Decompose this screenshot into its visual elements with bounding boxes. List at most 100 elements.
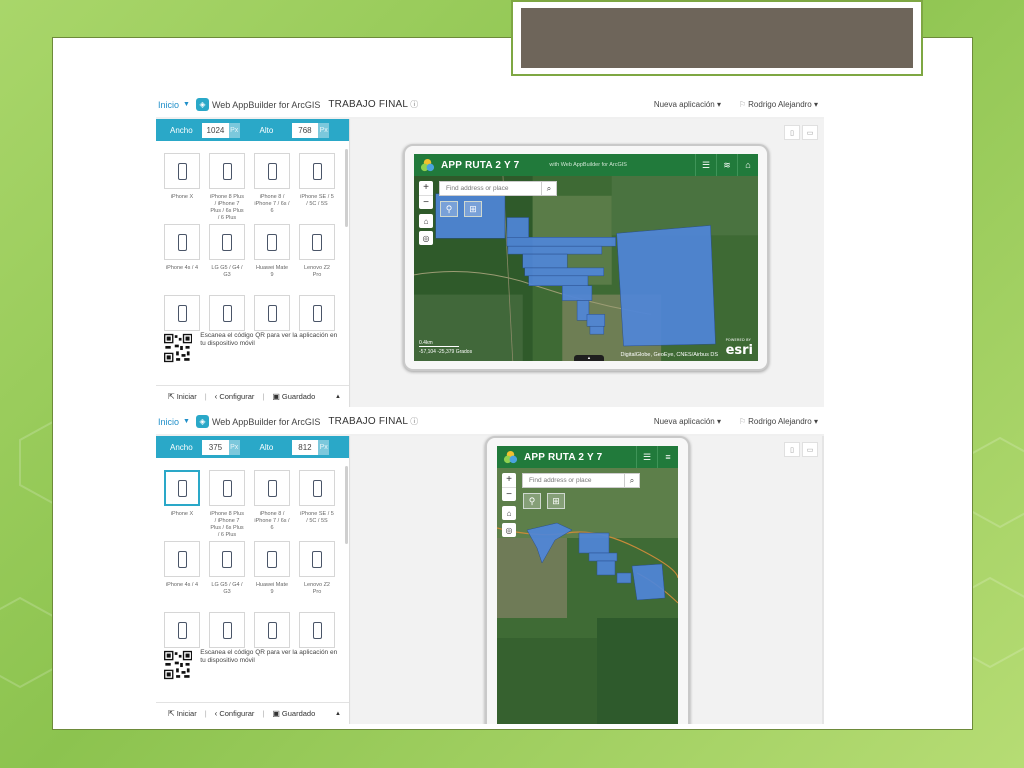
device-thumbnail[interactable] — [209, 295, 245, 331]
device-option[interactable]: iPhone 8 Plus / iPhone 7 Plus / 6s Plus … — [209, 153, 245, 224]
zoom-out-button[interactable]: − — [502, 487, 516, 501]
select-tool-icon[interactable]: ⊞ — [547, 493, 565, 509]
device-option[interactable]: iPhone 8 / iPhone 7 / 6s / 6 — [254, 153, 290, 224]
wab-logo-icon: ◈ — [195, 98, 209, 111]
info-icon[interactable]: ⓘ — [410, 416, 418, 427]
device-thumbnail[interactable] — [209, 224, 245, 260]
new-app-menu[interactable]: Nueva aplicación ▾ — [654, 100, 721, 109]
home-button[interactable]: ⌂ — [419, 214, 433, 228]
zoom-in-button[interactable]: + — [419, 181, 433, 195]
portrait-view-icon[interactable]: ▯ — [784, 442, 800, 457]
search-icon[interactable]: ⌕ — [541, 182, 556, 195]
device-thumbnail[interactable] — [299, 153, 335, 189]
device-thumbnail[interactable] — [254, 470, 290, 506]
landscape-view-icon[interactable]: ▭ — [802, 442, 818, 457]
device-option[interactable]: iPhone SE / 5 / 5C / 5S — [299, 153, 335, 224]
launch-icon: ⇱ — [168, 709, 175, 718]
app-toolbar: ☰ ≋ ⌂ — [695, 154, 758, 176]
device-option[interactable]: iPhone X — [164, 470, 200, 541]
device-thumbnail[interactable] — [164, 470, 200, 506]
device-name: Huawei Mate 9 — [255, 265, 289, 278]
device-thumbnail[interactable] — [164, 612, 200, 648]
attribute-table-toggle[interactable]: ▲ — [574, 355, 604, 361]
device-thumbnail[interactable] — [299, 295, 335, 331]
launch-button[interactable]: ⇱ Iniciar — [168, 392, 197, 401]
device-thumbnail[interactable] — [164, 224, 200, 260]
alto-input[interactable]: 812 — [291, 439, 319, 455]
menu-icon[interactable]: ≡ — [657, 446, 678, 468]
search-box[interactable]: Find address or place ⌕ — [522, 473, 640, 488]
measure-tool-icon[interactable]: ⚲ — [440, 201, 458, 217]
configure-button[interactable]: ‹ Configurar — [215, 709, 255, 718]
device-option[interactable]: Huawei Mate 9 — [254, 541, 290, 612]
device-thumbnail[interactable] — [209, 470, 245, 506]
device-thumbnail[interactable] — [164, 295, 200, 331]
my-location-button[interactable]: ◎ — [419, 231, 433, 245]
device-option[interactable]: Lenovo Z2 Pro — [299, 541, 335, 612]
ancho-input[interactable]: 375 — [202, 439, 229, 455]
device-option[interactable]: iPhone 8 / iPhone 7 / 6s / 6 — [254, 470, 290, 541]
search-input[interactable]: Find address or place — [523, 477, 624, 484]
zoom-in-button[interactable]: + — [502, 473, 516, 487]
info-icon[interactable]: ⓘ — [410, 99, 418, 110]
landscape-view-icon[interactable]: ▭ — [802, 125, 818, 140]
select-tool-icon[interactable]: ⊞ — [464, 201, 482, 217]
zoom-out-button[interactable]: − — [419, 195, 433, 209]
device-thumbnail[interactable] — [254, 541, 290, 577]
device-option[interactable]: iPhone X — [164, 153, 200, 224]
save-button[interactable]: ▣ Guardado — [272, 392, 315, 401]
device-thumbnail[interactable] — [254, 295, 290, 331]
configure-button[interactable]: ‹ Configurar — [215, 392, 255, 401]
canvas-scrollbar[interactable] — [822, 436, 824, 724]
device-option[interactable]: iPhone 4s / 4 — [164, 224, 200, 295]
dimensions-bar: Ancho 375 Px Alto 812 Px — [156, 436, 349, 458]
collapse-icon[interactable]: ▲ — [335, 711, 341, 717]
device-thumbnail[interactable] — [254, 153, 290, 189]
chevron-down-icon[interactable]: ▼ — [183, 418, 190, 425]
device-option[interactable]: Lenovo Z2 Pro — [299, 224, 335, 295]
device-thumbnail[interactable] — [209, 612, 245, 648]
new-app-menu[interactable]: Nueva aplicación ▾ — [654, 417, 721, 426]
ancho-input[interactable]: 1024 — [202, 122, 229, 138]
device-option[interactable]: LG G5 / G4 / G3 — [209, 224, 245, 295]
user-menu[interactable]: ⚐ Rodrigo Alejandro ▾ — [739, 100, 818, 109]
device-option[interactable]: iPhone 4s / 4 — [164, 541, 200, 612]
device-option[interactable]: iPhone SE / 5 / 5C / 5S — [299, 470, 335, 541]
alto-input[interactable]: 768 — [291, 122, 319, 138]
save-button[interactable]: ▣ Guardado — [272, 709, 315, 718]
legend-icon[interactable]: ☰ — [695, 154, 716, 176]
inicio-menu[interactable]: Inicio — [158, 100, 179, 110]
device-thumbnail[interactable] — [254, 612, 290, 648]
device-thumbnail[interactable] — [164, 153, 200, 189]
device-thumbnail[interactable] — [299, 224, 335, 260]
measure-tool-icon[interactable]: ⚲ — [523, 493, 541, 509]
inicio-menu[interactable]: Inicio — [158, 417, 179, 427]
search-box[interactable]: Find address or place ⌕ — [439, 181, 557, 196]
device-thumbnail[interactable] — [299, 541, 335, 577]
app-screen: APP RUTA 2 Y 7 ☰ ≡ + − ⌂ ◎ Find address … — [497, 446, 678, 724]
search-icon[interactable]: ⌕ — [624, 474, 639, 487]
home-button[interactable]: ⌂ — [502, 506, 516, 520]
sidebar-scrollbar[interactable] — [345, 149, 348, 227]
device-thumbnail[interactable] — [299, 612, 335, 648]
device-thumbnail[interactable] — [164, 541, 200, 577]
launch-button[interactable]: ⇱ Iniciar — [168, 709, 197, 718]
legend-icon[interactable]: ☰ — [636, 446, 657, 468]
device-thumbnail[interactable] — [254, 224, 290, 260]
layers-icon[interactable]: ≋ — [716, 154, 737, 176]
sidebar-scrollbar[interactable] — [345, 466, 348, 544]
device-thumbnail[interactable] — [209, 541, 245, 577]
device-option[interactable]: Huawei Mate 9 — [254, 224, 290, 295]
chevron-down-icon[interactable]: ▼ — [183, 101, 190, 108]
device-option[interactable]: iPhone 8 Plus / iPhone 7 Plus / 6s Plus … — [209, 470, 245, 541]
my-location-button[interactable]: ◎ — [502, 523, 516, 537]
portrait-view-icon[interactable]: ▯ — [784, 125, 800, 140]
basemap-gallery-icon[interactable]: ⌂ — [737, 154, 758, 176]
device-thumbnail[interactable] — [209, 153, 245, 189]
device-thumbnail[interactable] — [299, 470, 335, 506]
alto-label: Alto — [259, 125, 274, 135]
user-menu[interactable]: ⚐ Rodrigo Alejandro ▾ — [739, 417, 818, 426]
collapse-icon[interactable]: ▲ — [335, 394, 341, 400]
device-option[interactable]: LG G5 / G4 / G3 — [209, 541, 245, 612]
search-input[interactable]: Find address or place — [440, 185, 541, 192]
